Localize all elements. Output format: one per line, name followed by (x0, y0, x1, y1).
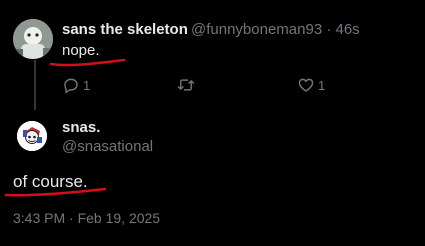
red-underline-reply (49, 58, 126, 67)
red-underline-main (4, 187, 107, 197)
annotation-overlay (4, 58, 126, 197)
